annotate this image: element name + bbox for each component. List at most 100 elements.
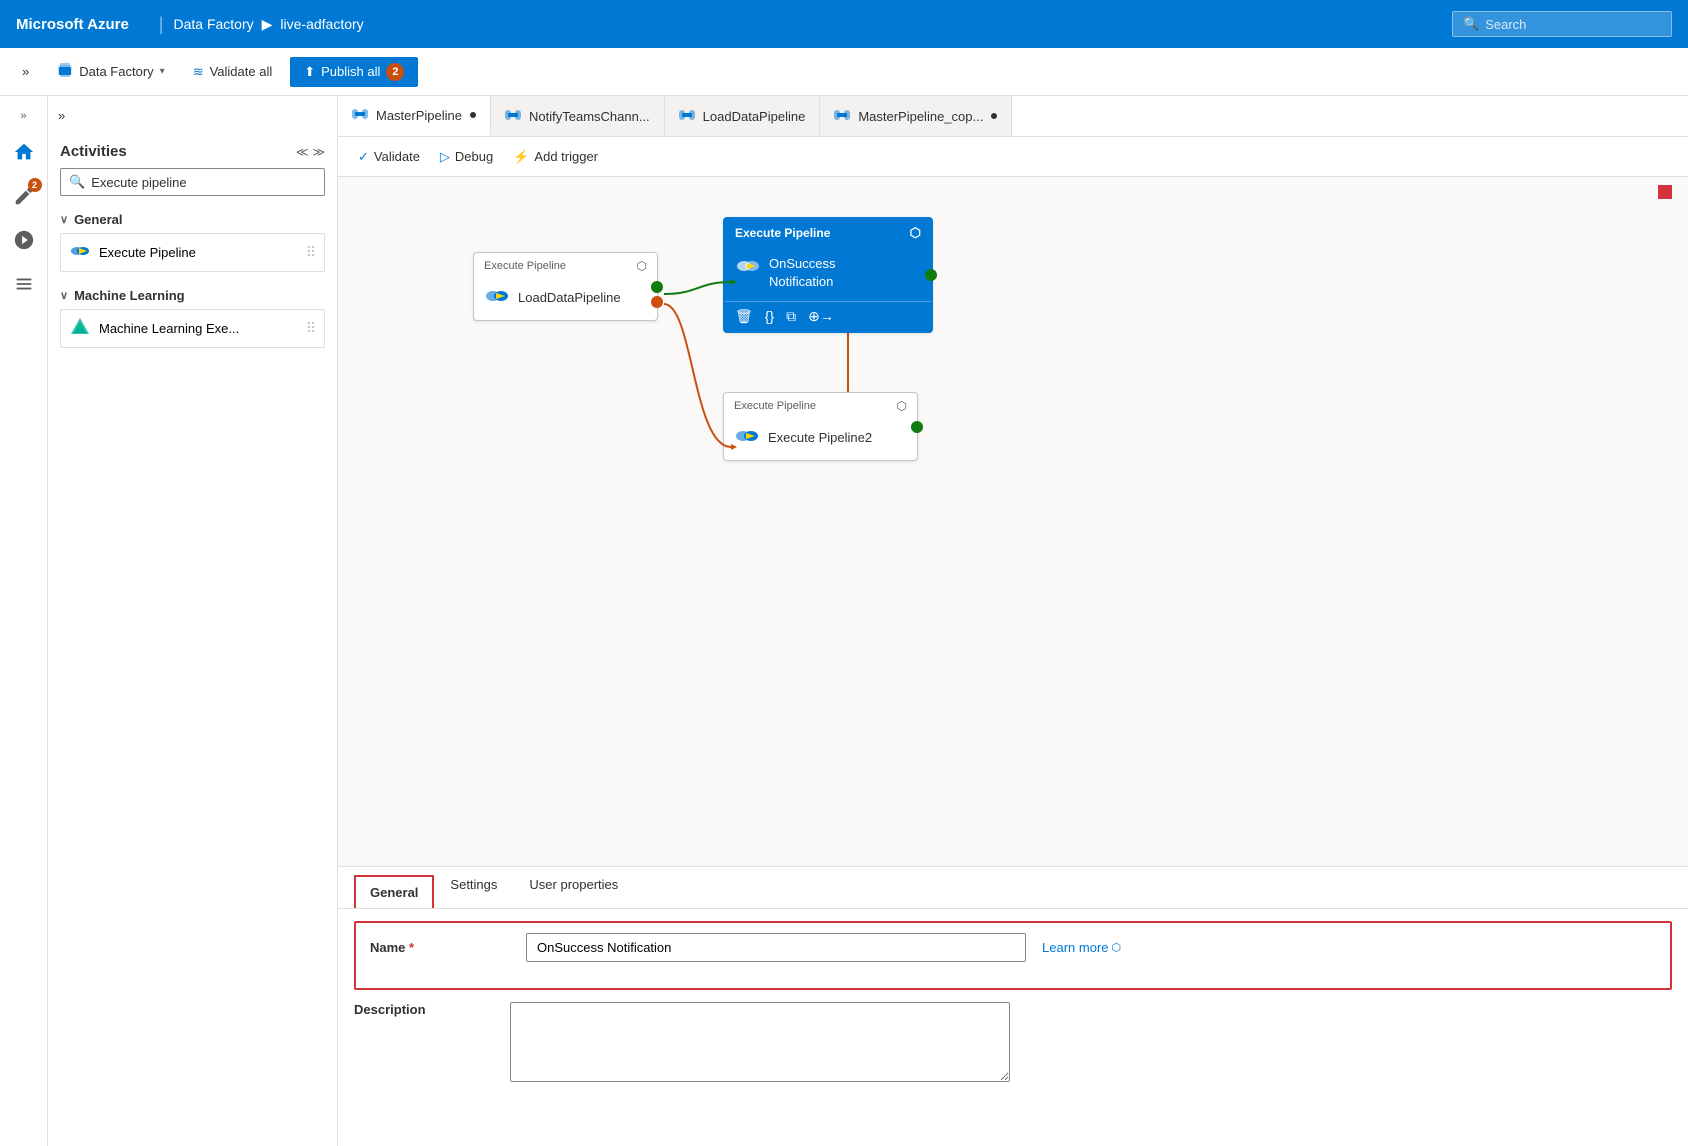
validate-button[interactable]: ✓ Validate (350, 145, 428, 169)
external-link-icon[interactable]: ⬡ (637, 259, 647, 273)
name-field-row: Name * Learn more ⬡ (370, 933, 1656, 962)
validate-label: Validate all (210, 64, 273, 79)
execute-pipeline-type-active: Execute Pipeline (735, 226, 830, 240)
external-link-active-icon[interactable]: ⬡ (910, 225, 921, 241)
general-section-label: General (74, 212, 122, 227)
delete-icon[interactable]: 🗑 (735, 308, 753, 325)
breadcrumb: Data Factory ▶ live-adfactory (173, 16, 363, 33)
general-tab[interactable]: General (354, 875, 434, 908)
ml-execute-activity[interactable]: Machine Learning Exe... ⠿ (60, 309, 325, 348)
failure-connector (651, 296, 663, 308)
tab-pipeline-icon (352, 107, 368, 124)
description-label: Description (354, 1002, 494, 1017)
name-label: Name * (370, 940, 510, 955)
nav-pencil[interactable]: 2 (4, 176, 44, 216)
execute-pipeline2-node[interactable]: Execute Pipeline ⬡ Execute Pipeline2 (723, 392, 918, 461)
code-icon[interactable]: {} (765, 308, 774, 325)
publish-label: Publish all (321, 64, 380, 79)
add-trigger-label: Add trigger (534, 149, 598, 164)
bottom-tabs: General Settings User properties (338, 867, 1688, 909)
publish-icon: ⬆ (304, 64, 315, 80)
data-factory-button[interactable]: Data Factory ▾ (47, 56, 174, 87)
tab-pipeline-icon (679, 108, 695, 125)
general-section-header[interactable]: ∨ General (60, 212, 325, 227)
execute-pipeline-icon (69, 240, 91, 265)
onsuccess-node[interactable]: Execute Pipeline ⬡ OnSuccessNotification (723, 217, 933, 333)
top-bar: Microsoft Azure | Data Factory ▶ live-ad… (0, 0, 1688, 48)
nav-monitor[interactable] (4, 220, 44, 260)
ep2-external-link-icon[interactable]: ⬡ (897, 399, 907, 413)
drag-handle[interactable]: ⠿ (306, 244, 316, 261)
factory-icon (57, 62, 73, 81)
user-properties-tab-label: User properties (529, 877, 618, 892)
execute-pipeline-type-label: Execute Pipeline (484, 260, 566, 272)
general-section: ∨ General Execute Pipeline ⠿ (48, 206, 337, 282)
arrow-icon[interactable]: ⊕→ (808, 308, 834, 325)
user-properties-tab[interactable]: User properties (513, 867, 634, 908)
separator: | (159, 14, 164, 35)
data-factory-label: Data Factory (79, 64, 153, 79)
copy-icon[interactable]: ⧉ (786, 308, 796, 325)
activities-title: Activities (60, 143, 288, 160)
expand-all-icon[interactable]: ≫ (312, 145, 325, 159)
success-dot-right (925, 269, 937, 281)
execute-pipeline-activity[interactable]: Execute Pipeline ⠿ (60, 233, 325, 272)
general-tab-label: General (370, 885, 418, 900)
description-field-row: Description (338, 1002, 1688, 1082)
settings-tab[interactable]: Settings (434, 867, 513, 908)
activities-search-input[interactable] (91, 175, 316, 190)
bottom-panel: General Settings User properties Name * (338, 866, 1688, 1146)
content-area: MasterPipeline NotifyTeamsChann... (338, 96, 1688, 1146)
load-data-node[interactable]: Execute Pipeline ⬡ LoadDataPipeline (473, 252, 658, 321)
validate-icon: ≋ (193, 64, 204, 80)
tab-master-pipeline-copy[interactable]: MasterPipeline_cop... (820, 96, 1012, 136)
nav-badge: 2 (28, 178, 42, 192)
description-input[interactable] (510, 1002, 1010, 1082)
tab-master-pipeline[interactable]: MasterPipeline (338, 96, 491, 136)
nav-manage[interactable] (4, 264, 44, 304)
tab-notify-teams[interactable]: NotifyTeamsChann... (491, 96, 665, 136)
tab-load-data[interactable]: LoadDataPipeline (665, 96, 821, 136)
debug-label: Debug (455, 149, 493, 164)
nav-home[interactable] (4, 132, 44, 172)
activities-search-box[interactable]: 🔍 (60, 168, 325, 196)
onsuccess-node-header: Execute Pipeline ⬡ (725, 219, 931, 247)
search-icon: 🔍 (69, 174, 85, 190)
activities-panel: » Activities ≪ ≫ 🔍 ∨ General (48, 96, 338, 1146)
search-box[interactable]: 🔍 (1452, 11, 1672, 37)
ml-section-header[interactable]: ∨ Machine Learning (60, 288, 325, 303)
debug-button[interactable]: ▷ Debug (432, 145, 501, 169)
expand-icon: » (22, 64, 29, 79)
canvas-area[interactable]: Execute Pipeline ⬡ LoadDataPipeline (338, 177, 1688, 866)
tabs-bar: MasterPipeline NotifyTeamsChann... (338, 96, 1688, 137)
load-data-node-body: LoadDataPipeline (474, 279, 657, 320)
name-input[interactable] (526, 933, 1026, 962)
publish-all-button[interactable]: ⬆ Publish all 2 (290, 57, 418, 87)
breadcrumb-arrow: ▶ (262, 16, 273, 33)
ep2-body: Execute Pipeline2 (724, 419, 917, 460)
collapse-expand-button[interactable]: » (4, 104, 44, 128)
collapse-icons: ≪ ≫ (296, 145, 325, 159)
learn-more-link[interactable]: Learn more ⬡ (1042, 940, 1121, 955)
expand-panel-left[interactable]: » (54, 104, 69, 127)
tab-master-pipeline-label: MasterPipeline (376, 108, 462, 123)
validate-all-button[interactable]: ≋ Validate all (183, 58, 283, 86)
activities-header: Activities ≪ ≫ (48, 131, 337, 168)
drag-handle[interactable]: ⠿ (306, 320, 316, 337)
expand-panel-button[interactable]: » (12, 58, 39, 85)
breadcrumb-data-factory[interactable]: Data Factory (173, 16, 253, 32)
brand-label: Microsoft Azure (16, 16, 129, 33)
add-trigger-button[interactable]: ⚡ Add trigger (505, 145, 606, 169)
pipeline-body-icon (484, 285, 510, 310)
canvas-toolbar: ✓ Validate ▷ Debug ⚡ Add trigger (338, 137, 1688, 177)
validate-label: Validate (374, 149, 420, 164)
execute-pipeline-label: Execute Pipeline (99, 245, 196, 260)
second-toolbar: » Data Factory ▾ ≋ Validate all ⬆ Publis… (0, 48, 1688, 96)
ep2-header: Execute Pipeline ⬡ (724, 393, 917, 419)
collapse-all-icon[interactable]: ≪ (296, 145, 309, 159)
chevron-down-icon: ▾ (160, 66, 165, 77)
search-input[interactable] (1485, 17, 1661, 32)
ml-section: ∨ Machine Learning Machine Learning Exe.… (48, 282, 337, 358)
load-data-node-header: Execute Pipeline ⬡ (474, 253, 657, 279)
breadcrumb-instance: live-adfactory (280, 16, 363, 32)
